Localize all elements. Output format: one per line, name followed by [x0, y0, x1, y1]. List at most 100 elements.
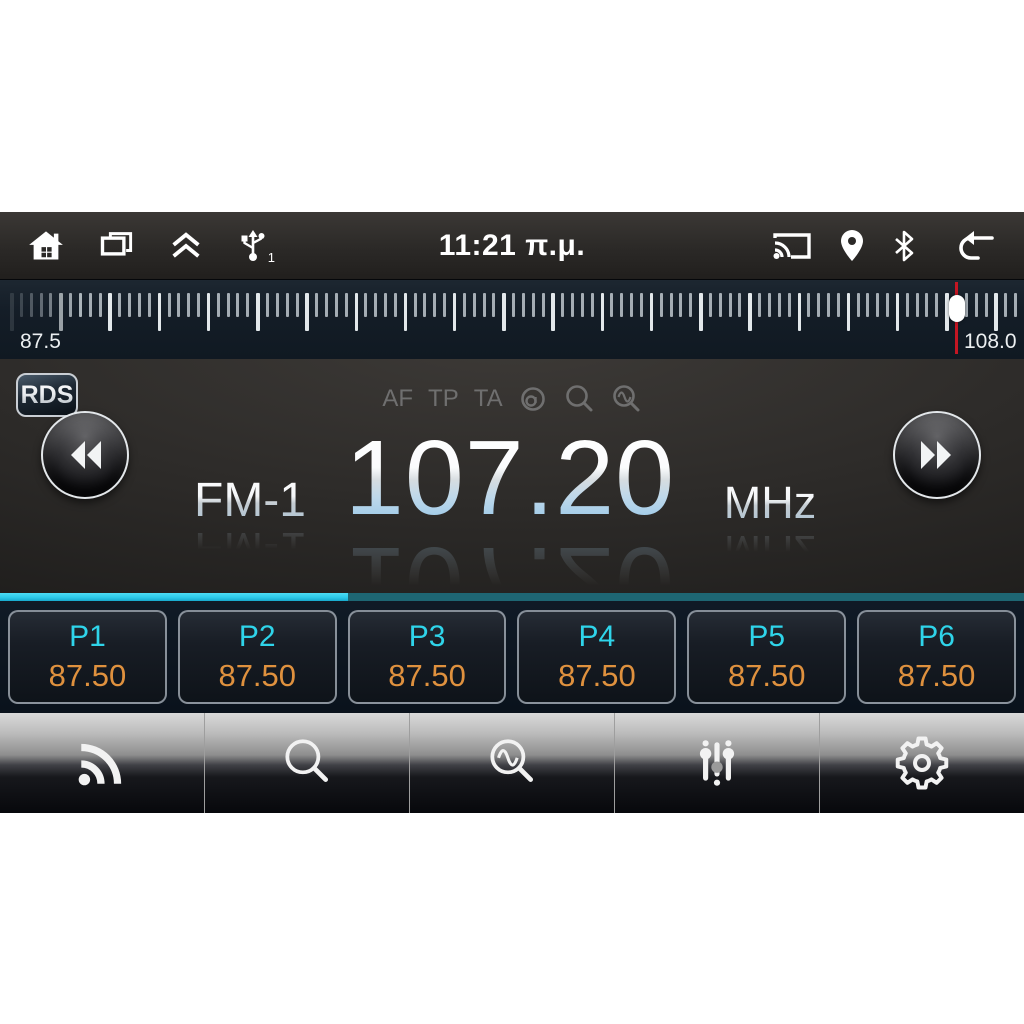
collapse-button[interactable]	[168, 228, 204, 264]
tick-minor	[886, 293, 889, 317]
tick-minor	[482, 293, 486, 317]
tick-minor	[620, 293, 624, 317]
tick-major	[206, 293, 211, 331]
equalizer-button[interactable]	[615, 713, 820, 813]
tick-minor	[197, 293, 200, 317]
tick-minor	[925, 293, 929, 317]
tick-minor	[718, 293, 722, 317]
tick-major	[403, 293, 408, 331]
tick-major	[502, 293, 506, 331]
tick-minor	[964, 293, 968, 317]
tick-minor	[827, 293, 830, 317]
tick-minor	[98, 293, 102, 317]
seek-up-button[interactable]	[893, 411, 981, 499]
search-icon	[285, 739, 329, 782]
tick-minor	[275, 293, 279, 317]
preset-row: P1 87.50 P2 87.50 P3 87.50 P4 87.50 P5 8…	[0, 601, 1024, 713]
tick-minor	[590, 293, 594, 317]
home-icon	[29, 230, 63, 259]
rds-toggle-button[interactable]	[0, 713, 205, 813]
tp-indicator: TP	[428, 385, 459, 412]
tick-minor	[521, 293, 525, 317]
preset-label: P3	[408, 620, 446, 653]
preset-button-4[interactable]: P4 87.50	[517, 610, 677, 704]
tuner-scale[interactable]: 87.5 108.0	[0, 279, 1024, 359]
tick-minor	[374, 293, 378, 317]
tick-minor	[580, 293, 584, 317]
preset-frequency: 87.50	[388, 658, 466, 693]
tick-minor	[423, 293, 427, 317]
usb-count-badge: 1	[267, 249, 275, 265]
location-icon	[841, 229, 863, 261]
tick-minor	[728, 293, 732, 317]
preset-button-6[interactable]: P6 87.50	[857, 610, 1016, 704]
tick-minor	[561, 293, 565, 317]
preset-button-3[interactable]: P3 87.50	[347, 610, 507, 704]
tick-minor	[974, 293, 978, 317]
tick-major	[157, 293, 162, 331]
tick-minor	[472, 293, 476, 317]
tuner-needle-handle[interactable]	[948, 295, 965, 322]
frequency-unit: MHz	[688, 477, 852, 529]
tick-minor	[433, 293, 437, 317]
tick-minor	[246, 293, 250, 317]
af-loop-icon	[518, 384, 548, 414]
preset-label: P4	[578, 620, 616, 653]
tuner-needle[interactable]	[948, 282, 965, 354]
tick-minor	[216, 293, 220, 317]
tick-major	[846, 293, 851, 331]
seek-down-button[interactable]	[41, 411, 129, 499]
tick-minor	[669, 293, 673, 317]
radio-display: RDS AF TP TA FM-1 FM-1 107.20 107.20 MHz…	[0, 359, 1024, 593]
preset-button-5[interactable]: P5 87.50	[687, 610, 847, 704]
tick-minor	[147, 293, 151, 317]
preset-frequency: 87.50	[897, 658, 976, 693]
tick-major	[797, 293, 801, 331]
scan-button[interactable]	[410, 713, 615, 813]
tick-minor	[935, 293, 939, 317]
preset-frequency: 87.50	[48, 658, 127, 693]
ta-indicator: TA	[473, 385, 503, 412]
tick-minor	[325, 293, 328, 317]
tick-major	[600, 293, 605, 331]
tick-minor	[836, 293, 840, 317]
tick-minor	[984, 293, 988, 317]
bluetooth-status	[892, 229, 916, 263]
tick-minor	[177, 293, 181, 317]
chevron-double-up-icon	[172, 231, 200, 258]
tick-major	[895, 293, 900, 331]
tick-minor	[1004, 293, 1008, 317]
tick-minor	[462, 293, 466, 317]
preset-button-2[interactable]: P2 87.50	[177, 610, 337, 704]
equalizer-icon	[699, 740, 735, 786]
back-button[interactable]	[956, 228, 996, 264]
tick-minor	[413, 293, 417, 317]
af-indicator: AF	[382, 385, 414, 412]
preset-button-1[interactable]: P1 87.50	[8, 610, 167, 704]
tick-minor	[78, 293, 82, 317]
home-button[interactable]	[28, 228, 64, 264]
tick-minor	[738, 293, 742, 317]
tick-minor	[767, 293, 771, 317]
tick-minor	[88, 293, 92, 317]
tick-minor	[128, 293, 132, 317]
preset-label: P5	[748, 620, 786, 653]
tick-major	[994, 293, 998, 331]
tick-minor	[777, 293, 781, 317]
cast-status	[772, 229, 812, 263]
seek-button[interactable]	[205, 713, 410, 813]
tick-minor	[138, 293, 141, 317]
tick-major	[699, 293, 703, 331]
head-unit-screen: 1 11:21 π.μ. 87.5 108.0 RDS AF TP TA FM-…	[0, 212, 1024, 813]
tick-minor	[39, 293, 43, 317]
tick-minor	[295, 293, 299, 317]
settings-button[interactable]	[820, 713, 1024, 813]
tick-minor	[167, 293, 171, 317]
preset-label: P1	[69, 620, 106, 653]
scale-max-label: 108.0	[964, 330, 1017, 353]
tick-minor	[49, 293, 53, 317]
tick-minor	[187, 293, 191, 317]
bottom-toolbar	[0, 713, 1024, 813]
recent-apps-button[interactable]	[98, 228, 134, 264]
tick-minor	[640, 293, 643, 317]
